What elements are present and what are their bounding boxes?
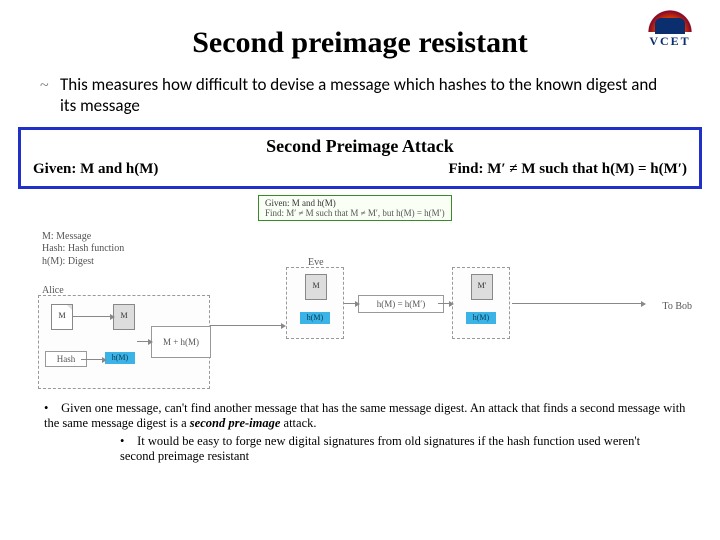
mhm-box: M + h(M) bbox=[151, 326, 211, 358]
bottom-line1-em: second pre-image bbox=[190, 416, 281, 430]
hm-eve: h(M) bbox=[300, 312, 330, 324]
to-bob-label: To Bob bbox=[662, 301, 692, 312]
bottom-line1-pre: Given one message, can't find another me… bbox=[44, 401, 685, 431]
def-m: M: Message bbox=[42, 231, 124, 244]
attack-header-box: Second Preimage Attack Given: M and h(M)… bbox=[18, 127, 702, 189]
eve-box-left: M h(M) bbox=[286, 267, 344, 339]
arrow-to-bob bbox=[512, 303, 642, 304]
intro-text: This measures how difficult to devise a … bbox=[60, 74, 657, 116]
arrow-alice-1 bbox=[73, 316, 111, 317]
intro-bullet-icon: ~ bbox=[40, 76, 49, 96]
arrow-alice-3 bbox=[137, 341, 149, 342]
attack-heading: Second Preimage Attack bbox=[33, 136, 687, 157]
bullet-dot-icon: • bbox=[44, 401, 58, 417]
doc-m-alice: M bbox=[51, 304, 73, 330]
hm-eve-right: h(M) bbox=[466, 312, 496, 324]
intro-paragraph: ~ This measures how difficult to devise … bbox=[40, 74, 676, 117]
bottom-bullet: • Given one message, can't find another … bbox=[44, 401, 692, 432]
arrow-alice-to-eve bbox=[210, 325, 282, 326]
sub-bullet-dot-icon: • bbox=[120, 434, 134, 450]
doc-m-gray: M bbox=[113, 304, 135, 330]
green-line1: Given: M and h(M) bbox=[265, 198, 445, 208]
def-hash: Hash: Hash function bbox=[42, 243, 124, 256]
doc-mp-eve: M′ bbox=[471, 274, 493, 300]
arrow-eq-right bbox=[438, 303, 450, 304]
attack-find: Find: M′ ≠ M such that h(M) = h(M′) bbox=[448, 161, 687, 178]
arrow-alice-2 bbox=[81, 359, 103, 360]
attack-given: Given: M and h(M) bbox=[33, 161, 158, 178]
slide-title: Second preimage resistant bbox=[0, 0, 720, 60]
vcet-logo: VCET bbox=[636, 6, 704, 66]
logo-sun-icon bbox=[646, 6, 694, 32]
logo-text: VCET bbox=[636, 34, 704, 49]
alice-box: M M Hash h(M) M + h(M) bbox=[38, 295, 210, 389]
bottom-sub-bullet: • It would be easy to forge new digital … bbox=[120, 434, 660, 465]
eve-box-right: M′ h(M) bbox=[452, 267, 510, 339]
definitions: M: Message Hash: Hash function h(M): Dig… bbox=[42, 231, 124, 269]
hm-digest: h(M) bbox=[105, 352, 135, 364]
arrow-eq-left bbox=[344, 303, 356, 304]
bottom-sub-text: It would be easy to forge new digital si… bbox=[120, 434, 640, 464]
def-hm: h(M): Digest bbox=[42, 256, 124, 269]
green-note-box: Given: M and h(M) Find: M′ ≠ M such that… bbox=[258, 195, 452, 222]
bottom-line1-post: attack. bbox=[280, 416, 316, 430]
logo-people-icon bbox=[655, 18, 685, 34]
attack-diagram: Given: M and h(M) Find: M′ ≠ M such that… bbox=[38, 195, 692, 395]
green-line2: Find: M′ ≠ M such that M ≠ M′, but h(M) … bbox=[265, 208, 445, 218]
eq-box: h(M) = h(M′) bbox=[358, 295, 444, 313]
doc-m-eve: M bbox=[305, 274, 327, 300]
